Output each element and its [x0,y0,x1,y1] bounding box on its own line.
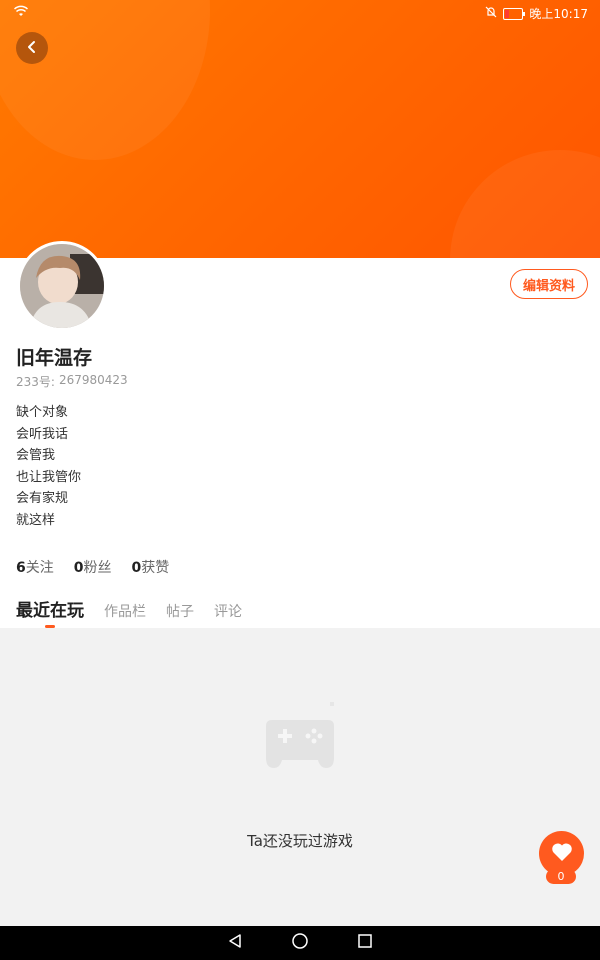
banner-decoration [450,150,600,258]
nav-recents-icon[interactable] [357,933,373,953]
stat-fans[interactable]: 0粉丝 [74,557,112,577]
like-count: 0 [546,869,576,884]
user-id: 233号: 267980423 [16,373,128,390]
profile-banner [0,0,600,258]
battery-icon [503,7,526,20]
tab-recently-played[interactable]: 最近在玩 [16,596,84,628]
user-id-value: 267980423 [58,373,128,387]
heart-icon [551,842,573,866]
user-id-label: 233号: [16,375,55,389]
mute-bell-icon [485,6,497,21]
stat-likes: 0获赞 [131,560,170,576]
gamepad-icon [264,702,336,776]
status-bar: 晚上10:17 [0,0,600,26]
bio-line: 会有家规 [16,491,69,506]
empty-state-panel [0,628,600,926]
bio-line: 也让我管你 [16,469,82,485]
back-button[interactable] [16,32,48,64]
stats-row: 6关注 0粉丝 0获赞 [16,557,169,577]
username: 旧年温存 [16,347,93,369]
profile-tabs: 最近在玩 作品栏 帖子 评论 [16,596,242,628]
system-nav-bar [0,926,600,960]
bio-line: 会管我 [16,448,56,463]
empty-state-text: Ta还没玩过游戏 [247,832,353,850]
avatar[interactable] [17,241,107,331]
bio-line: 就这样 [16,512,56,528]
edit-profile-button[interactable]: 编辑资料 [510,269,588,299]
bio-line: 会听我话 [16,426,69,442]
wifi-icon [13,5,29,20]
status-time: 晚上10:17 [529,7,588,21]
nav-back-icon[interactable] [227,933,243,953]
back-arrow-icon [25,39,39,58]
bio: 缺个对象 会听我话 会管我 也让我管你 会有家规 就这样 [16,402,81,531]
nav-home-icon[interactable] [291,932,309,954]
bio-line: 缺个对象 [16,405,69,420]
tab-works[interactable]: 作品栏 [104,601,146,621]
tab-posts[interactable]: 帖子 [166,601,194,621]
stat-following[interactable]: 6关注 [16,557,54,577]
tab-comments[interactable]: 评论 [214,601,242,621]
